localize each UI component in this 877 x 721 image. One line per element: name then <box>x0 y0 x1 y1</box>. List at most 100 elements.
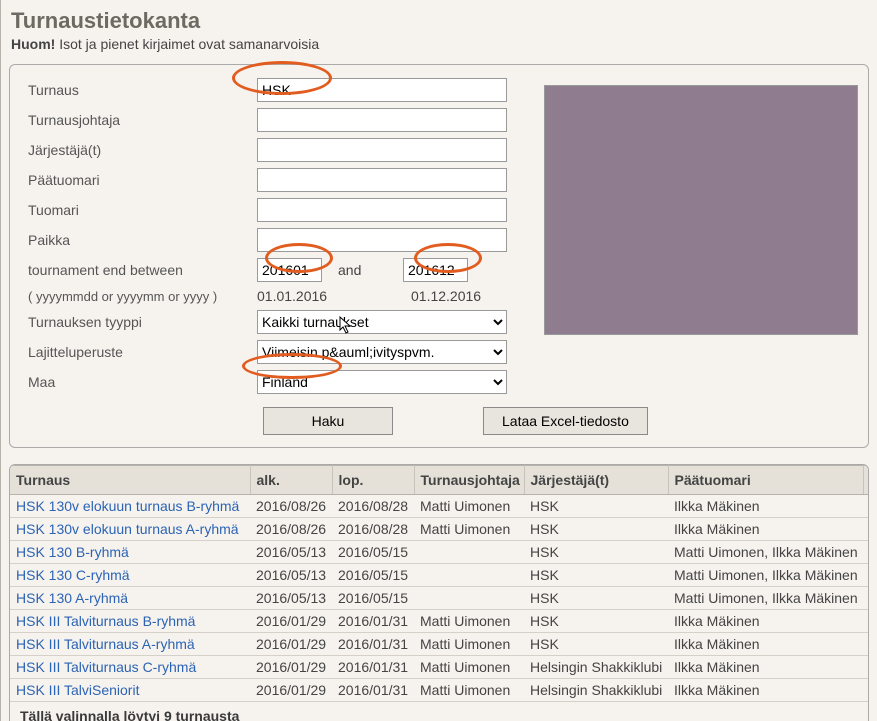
select-tyyppi[interactable]: Kaikki turnaukset <box>257 310 507 334</box>
note-text: Isot ja pienet kirjaimet ovat samanarvoi… <box>55 36 319 52</box>
search-button[interactable]: Haku <box>263 407 393 435</box>
cell-turnaus[interactable]: HSK III Talviturnaus A-ryhmä <box>10 633 250 656</box>
cell-turnaus[interactable]: HSK III Talviturnaus B-ryhmä <box>10 610 250 633</box>
note-line: Huom! Isot ja pienet kirjaimet ovat sama… <box>1 36 877 60</box>
cell-tu: M <box>863 564 869 587</box>
label-tuomari: Tuomari <box>22 202 257 218</box>
cell-turnaus[interactable]: HSK III Talviturnaus C-ryhmä <box>10 656 250 679</box>
cell-lop: 2016/05/15 <box>332 564 414 587</box>
preview-image <box>544 85 858 335</box>
select-lajittelu[interactable]: Viimeisin p&auml;ivityspvm. <box>257 340 507 364</box>
table-row: HSK 130v elokuun turnaus A-ryhmä2016/08/… <box>10 518 869 541</box>
th-turnaus[interactable]: Turnaus <box>10 466 250 495</box>
input-jarjestajat[interactable] <box>257 138 507 162</box>
table-row: HSK 130 A-ryhmä2016/05/132016/05/15 HSKMa… <box>10 587 869 610</box>
cell-paa: Matti Uimonen, Ilkka Mäkinen <box>668 564 863 587</box>
label-lajittelu: Lajitteluperuste <box>22 344 257 360</box>
cell-tj: Matti Uimonen <box>414 656 524 679</box>
cell-alk: 2016/05/13 <box>250 564 332 587</box>
cell-lop: 2016/08/28 <box>332 518 414 541</box>
cell-alk: 2016/08/26 <box>250 518 332 541</box>
table-row: HSK 130v elokuun turnaus B-ryhmä2016/08/… <box>10 495 869 518</box>
cell-lop: 2016/01/31 <box>332 610 414 633</box>
cell-jar: Helsingin Shakkiklubi <box>524 679 668 702</box>
cell-turnaus[interactable]: HSK 130v elokuun turnaus B-ryhmä <box>10 495 250 518</box>
label-and: and <box>330 262 395 278</box>
cell-tj: Matti Uimonen <box>414 610 524 633</box>
cell-turnaus[interactable]: HSK 130 A-ryhmä <box>10 587 250 610</box>
th-tu[interactable]: Tu <box>863 466 869 495</box>
cell-jar: HSK <box>524 518 668 541</box>
cell-paa: Ilkka Mäkinen <box>668 679 863 702</box>
cell-tj <box>414 541 524 564</box>
cell-turnaus[interactable]: HSK III TalviSeniorit <box>10 679 250 702</box>
input-date-start[interactable] <box>257 258 322 282</box>
search-form: Turnaus Turnausjohtaja Järjestäjä(t) Pää… <box>9 64 869 448</box>
cell-turnaus[interactable]: HSK 130v elokuun turnaus A-ryhmä <box>10 518 250 541</box>
label-date-hint: ( yyyymmdd or yyyymm or yyyy ) <box>22 289 257 304</box>
cell-tu: Re <box>863 610 869 633</box>
results-container: Turnaus alk. lop. Turnausjohtaja Järjest… <box>9 464 869 721</box>
cell-tu: M <box>863 587 869 610</box>
cell-jar: HSK <box>524 564 668 587</box>
cell-tj <box>414 587 524 610</box>
cell-paa: Matti Uimonen, Ilkka Mäkinen <box>668 587 863 610</box>
cell-turnaus[interactable]: HSK 130 B-ryhmä <box>10 541 250 564</box>
note-bold: Huom! <box>11 36 55 52</box>
cell-jar: HSK <box>524 495 668 518</box>
cell-alk: 2016/01/29 <box>250 679 332 702</box>
th-jar[interactable]: Järjestäjä(t) <box>524 466 668 495</box>
excel-button[interactable]: Lataa Excel-tiedosto <box>483 407 648 435</box>
th-paa[interactable]: Päätuomari <box>668 466 863 495</box>
cell-jar: HSK <box>524 633 668 656</box>
cell-alk: 2016/01/29 <box>250 610 332 633</box>
input-paatuomari[interactable] <box>257 168 507 192</box>
cell-paa: Ilkka Mäkinen <box>668 656 863 679</box>
cell-tu: M <box>863 541 869 564</box>
cell-alk: 2016/05/13 <box>250 541 332 564</box>
label-paatuomari: Päätuomari <box>22 172 257 188</box>
cell-paa: Ilkka Mäkinen <box>668 633 863 656</box>
cell-jar: HSK <box>524 541 668 564</box>
date-start-parsed: 01.01.2016 <box>257 288 330 304</box>
cell-alk: 2016/08/26 <box>250 495 332 518</box>
cell-turnaus[interactable]: HSK 130 C-ryhmä <box>10 564 250 587</box>
cell-tj: Matti Uimonen <box>414 495 524 518</box>
cell-tj: Matti Uimonen <box>414 679 524 702</box>
th-alk[interactable]: alk. <box>250 466 332 495</box>
cell-tu: Re <box>863 633 869 656</box>
cell-alk: 2016/01/29 <box>250 656 332 679</box>
cell-paa: Matti Uimonen, Ilkka Mäkinen <box>668 541 863 564</box>
label-turnausjohtaja: Turnausjohtaja <box>22 112 257 128</box>
cell-tu: Re <box>863 495 869 518</box>
cell-lop: 2016/05/15 <box>332 587 414 610</box>
input-tuomari[interactable] <box>257 198 507 222</box>
label-jarjestajat: Järjestäjä(t) <box>22 142 257 158</box>
cell-paa: Ilkka Mäkinen <box>668 610 863 633</box>
select-maa[interactable]: Finland <box>257 370 507 394</box>
results-count: Tällä valinnalla löytyi 9 turnausta <box>10 702 868 721</box>
label-maa: Maa <box>22 374 257 390</box>
cell-alk: 2016/05/13 <box>250 587 332 610</box>
cell-paa: Ilkka Mäkinen <box>668 495 863 518</box>
input-paikka[interactable] <box>257 228 507 252</box>
cell-tj: Matti Uimonen <box>414 518 524 541</box>
cell-paa: Ilkka Mäkinen <box>668 518 863 541</box>
cell-tj: Matti Uimonen <box>414 633 524 656</box>
table-row: HSK III Talviturnaus C-ryhmä2016/01/2920… <box>10 656 869 679</box>
table-row: HSK 130 C-ryhmä2016/05/132016/05/15 HSKMa… <box>10 564 869 587</box>
table-row: HSK 130 B-ryhmä2016/05/132016/05/15 HSKMa… <box>10 541 869 564</box>
cell-tu: Re <box>863 656 869 679</box>
page-title: Turnaustietokanta <box>1 0 877 36</box>
label-tyyppi: Turnauksen tyyppi <box>22 314 257 330</box>
input-turnausjohtaja[interactable] <box>257 108 507 132</box>
input-date-end[interactable] <box>403 258 468 282</box>
th-tj[interactable]: Turnausjohtaja <box>414 466 524 495</box>
input-turnaus[interactable] <box>257 78 507 102</box>
cell-jar: HSK <box>524 587 668 610</box>
cell-lop: 2016/05/15 <box>332 541 414 564</box>
cell-alk: 2016/01/29 <box>250 633 332 656</box>
cell-tj <box>414 564 524 587</box>
th-lop[interactable]: lop. <box>332 466 414 495</box>
cell-jar: Helsingin Shakkiklubi <box>524 656 668 679</box>
